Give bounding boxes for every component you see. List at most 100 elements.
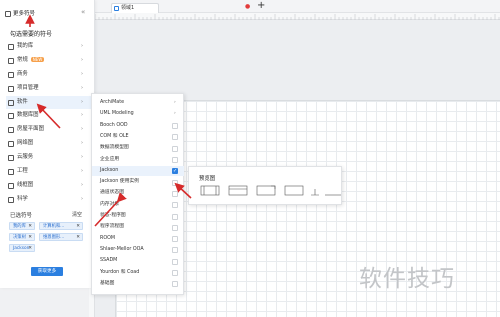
category-label: 数据库图 xyxy=(17,112,39,119)
checkbox[interactable] xyxy=(172,179,178,186)
preview-title: 预览图 xyxy=(199,176,216,182)
category-label: 科学 xyxy=(17,195,28,202)
chip-label: 维恩图形... xyxy=(43,235,65,240)
checkbox[interactable] xyxy=(172,134,178,141)
selected-chip[interactable]: 维恩图形... ✕ xyxy=(39,233,83,241)
chevron-right-icon: › xyxy=(81,140,83,147)
submenu-label: ROOM xyxy=(100,235,116,241)
submenu-item[interactable]: ArchiMate › xyxy=(92,98,184,109)
remove-icon[interactable]: ✕ xyxy=(76,234,80,240)
clear-button[interactable]: 清空 xyxy=(72,211,82,218)
checkbox[interactable] xyxy=(172,213,178,220)
checkbox[interactable] xyxy=(172,281,178,288)
checkbox[interactable] xyxy=(172,270,178,276)
ruler-ticks xyxy=(94,14,500,20)
chevron-right-icon: › xyxy=(174,111,176,117)
get-more-button[interactable]: 获取更多 xyxy=(31,267,63,276)
category-icon xyxy=(8,57,14,64)
more-symbols-button[interactable]: 更多符号 xyxy=(4,9,44,19)
submenu-item[interactable]: Shlaer-Mellor OOA xyxy=(92,245,184,256)
iteration-shape xyxy=(256,185,276,196)
submenu-item[interactable]: ROOM xyxy=(92,234,184,245)
category-cloud[interactable]: 云服务 › xyxy=(6,151,91,165)
category-wireframe[interactable]: 线框图 › xyxy=(6,179,91,193)
checkbox[interactable] xyxy=(172,236,178,243)
checkbox[interactable] xyxy=(172,157,178,163)
submenu-item[interactable]: Yourdon 和 Coad xyxy=(92,268,184,279)
chip-label: 计算机和... xyxy=(43,224,65,229)
checkbox[interactable] xyxy=(172,202,178,209)
remove-icon[interactable]: ✕ xyxy=(28,245,32,251)
submenu-label: 企业应用 xyxy=(100,156,120,162)
selected-chip[interactable]: 决策树 ✕ xyxy=(9,233,35,241)
submenu-item[interactable]: 状态-程序图 xyxy=(92,211,184,222)
submenu-item[interactable]: COM 和 OLE xyxy=(92,132,184,143)
chevron-right-icon: › xyxy=(81,43,83,49)
collapse-icon[interactable]: « xyxy=(81,8,85,16)
submenu-label: COM 和 OLE xyxy=(100,133,129,139)
checkbox[interactable] xyxy=(172,145,178,152)
submenu-item[interactable]: 内存对象 xyxy=(92,200,184,211)
submenu-label: Booch OOD xyxy=(100,122,128,128)
submenu-label: SSADM xyxy=(100,258,118,264)
submenu-item[interactable]: Jackson ✓ xyxy=(92,165,184,177)
category-floorplan[interactable]: 房屋平面图 › xyxy=(6,123,91,137)
category-icon xyxy=(8,155,14,162)
more-symbols-label: 更多符号 xyxy=(13,11,36,17)
submenu-item[interactable]: UML Modeling › xyxy=(92,109,184,120)
category-engineering[interactable]: 工程 › xyxy=(6,165,91,179)
category-project[interactable]: 项目管理 › xyxy=(6,82,91,96)
selected-chip[interactable]: 计算机和... ✕ xyxy=(39,222,83,230)
category-general[interactable]: 常规 NEW › xyxy=(6,54,91,68)
category-science[interactable]: 科学 › xyxy=(6,193,91,207)
category-label: 我的库 xyxy=(17,43,34,49)
ruler-horizontal xyxy=(94,13,500,20)
category-label: 线框图 xyxy=(17,181,34,188)
selected-header: 已选符号 清空 xyxy=(10,211,90,219)
selected-chip[interactable]: Jackson ✕ xyxy=(9,244,35,252)
category-network[interactable]: 网络图 › xyxy=(6,137,91,151)
category-icon xyxy=(8,182,14,189)
category-icon xyxy=(8,113,14,120)
submenu-item[interactable]: Booch OOD xyxy=(92,121,184,132)
submenu-item[interactable]: 通道状态图 xyxy=(92,188,184,199)
submenu-label: 程序流程图 xyxy=(100,224,124,230)
remove-icon[interactable]: ✕ xyxy=(28,223,32,229)
category-label: 商务 xyxy=(17,70,28,77)
checkbox[interactable] xyxy=(172,123,178,130)
submenu-item[interactable]: Jackson 使用实例 xyxy=(92,177,184,188)
chip-label: 我的库 xyxy=(13,224,26,229)
watermark: 软件技巧 xyxy=(359,266,455,292)
checkbox-checked[interactable]: ✓ xyxy=(172,168,178,175)
submenu-item[interactable]: SSADM xyxy=(92,256,184,267)
page-icon xyxy=(114,6,119,11)
submenu-label: UML Modeling xyxy=(100,111,134,117)
submenu-label: Jackson 使用实例 xyxy=(100,179,139,185)
checkbox[interactable] xyxy=(172,190,178,197)
checkbox[interactable] xyxy=(172,224,178,231)
category-label: 软件 xyxy=(17,98,28,105)
category-label: 网络图 xyxy=(17,140,34,147)
submenu-label: Yourdon 和 Coad xyxy=(100,269,140,275)
category-software[interactable]: 软件 › xyxy=(6,95,91,110)
submenu-item[interactable]: 数据流模型图 xyxy=(92,143,184,154)
category-icon xyxy=(8,127,14,134)
chevron-right-icon: › xyxy=(81,70,83,77)
connector-shape xyxy=(311,189,319,196)
checkbox[interactable] xyxy=(172,258,178,265)
tab-page1[interactable]: 领域1 xyxy=(111,3,159,13)
category-database[interactable]: 数据库图 › xyxy=(6,109,91,123)
submenu-item[interactable]: 程序流程图 xyxy=(92,222,184,233)
remove-icon[interactable]: ✕ xyxy=(76,223,80,229)
category-business[interactable]: 商务 › xyxy=(6,68,91,82)
chevron-right-icon: › xyxy=(81,168,83,175)
category-icon xyxy=(8,196,14,203)
category-my-library[interactable]: 我的库 › xyxy=(6,40,91,54)
preview-panel: 预览图 xyxy=(188,166,342,205)
add-tab-button[interactable]: + xyxy=(257,1,265,11)
remove-icon[interactable]: ✕ xyxy=(28,234,32,240)
submenu-item[interactable]: 企业应用 xyxy=(92,155,184,166)
checkbox[interactable] xyxy=(172,247,178,254)
submenu-item[interactable]: 基础图 xyxy=(92,279,184,290)
selected-chip[interactable]: 我的库 ✕ xyxy=(9,222,35,230)
